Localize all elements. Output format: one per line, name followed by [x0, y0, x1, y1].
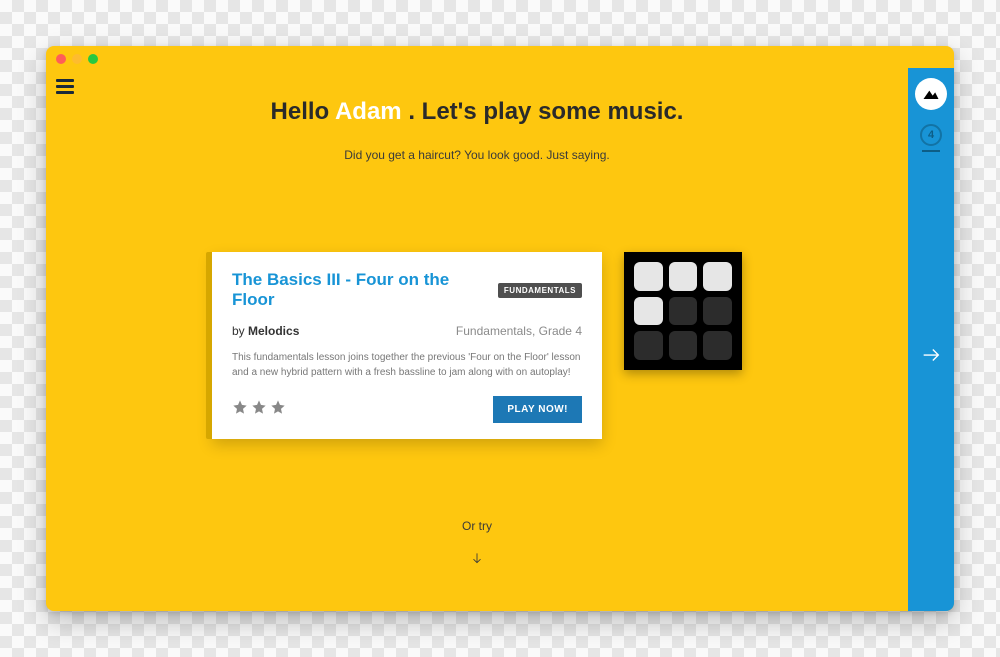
- greeting-heading: Hello Adam . Let's play some music.: [271, 98, 684, 126]
- arrow-down-icon: [470, 551, 484, 565]
- greeting-suffix: . Let's play some music.: [402, 98, 684, 125]
- lesson-author: Melodics: [248, 324, 299, 338]
- lesson-card[interactable]: The Basics III - Four on the Floor FUNDA…: [212, 252, 602, 439]
- greeting-prefix: Hello: [271, 98, 335, 125]
- main-content: Hello Adam . Let's play some music. Did …: [46, 68, 908, 611]
- star-icon: [251, 399, 267, 420]
- app-window: 4 Hello Adam . Let's play some music. Di…: [46, 46, 954, 611]
- lesson-byline: by Melodics: [232, 324, 299, 338]
- close-window-button[interactable]: [56, 54, 66, 64]
- difficulty-stars: [232, 399, 286, 420]
- level-underline: [922, 150, 940, 152]
- or-try-label: Or try: [462, 519, 492, 533]
- greeting-name: Adam: [335, 98, 402, 125]
- play-now-button[interactable]: PLAY NOW!: [493, 396, 582, 423]
- minimize-window-button[interactable]: [72, 54, 82, 64]
- star-icon: [270, 399, 286, 420]
- star-icon: [232, 399, 248, 420]
- scroll-down-button[interactable]: [470, 551, 484, 570]
- avatar[interactable]: [915, 78, 947, 110]
- next-button[interactable]: [920, 344, 942, 371]
- lesson-thumbnail[interactable]: [624, 252, 742, 370]
- lesson-row: The Basics III - Four on the Floor FUNDA…: [212, 252, 742, 439]
- by-prefix: by: [232, 324, 248, 338]
- lesson-title: The Basics III - Four on the Floor: [232, 270, 488, 310]
- lesson-grade: Fundamentals, Grade 4: [456, 324, 582, 338]
- lesson-badge: FUNDAMENTALS: [498, 283, 582, 298]
- lesson-description: This fundamentals lesson joins together …: [232, 350, 582, 380]
- maximize-window-button[interactable]: [88, 54, 98, 64]
- avatar-icon: [921, 84, 941, 104]
- greeting-subtitle: Did you get a haircut? You look good. Ju…: [344, 148, 610, 162]
- right-sidebar: 4: [908, 68, 954, 611]
- window-controls: [56, 54, 98, 64]
- arrow-right-icon: [920, 344, 942, 366]
- level-badge[interactable]: 4: [920, 124, 942, 146]
